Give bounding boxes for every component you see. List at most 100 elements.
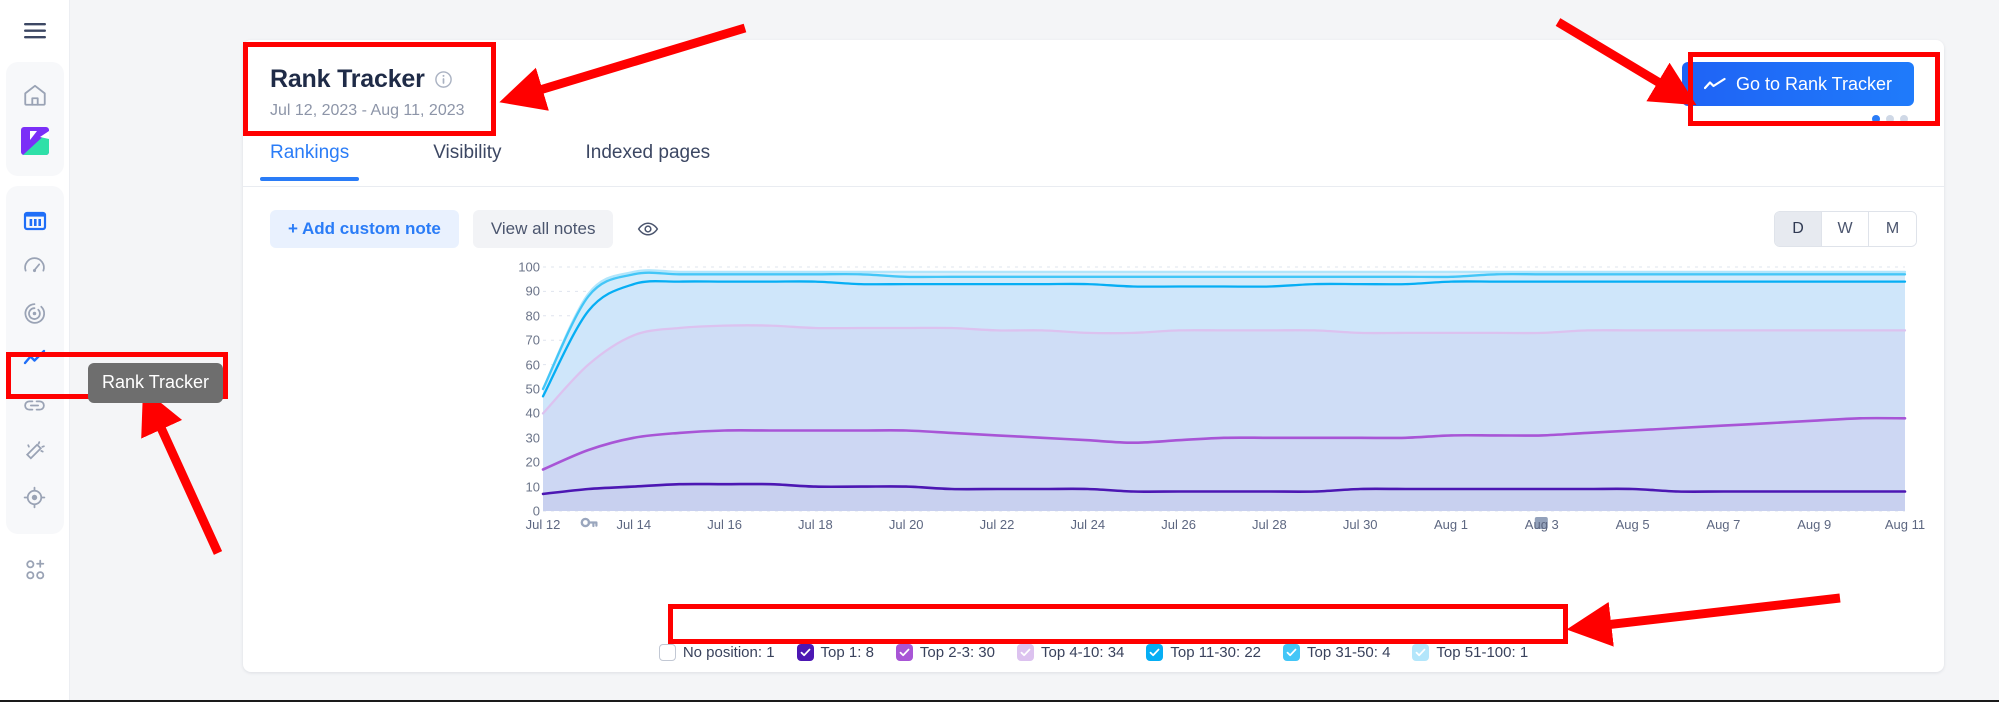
carousel-dots (1682, 115, 1914, 123)
x-tick-label: Jul 12 (525, 517, 561, 532)
granularity-month[interactable]: M (1869, 211, 1916, 246)
sidebar-item-menu[interactable] (13, 14, 57, 48)
legend-checkbox[interactable] (1146, 644, 1164, 661)
x-tick-label: Aug 9 (1797, 517, 1832, 532)
view-all-notes-button[interactable]: View all notes (472, 209, 614, 248)
legend-item[interactable]: Top 2-3: 30 (895, 644, 995, 661)
y-tick-label: 10 (525, 479, 540, 495)
add-user-icon (26, 559, 45, 579)
legend-label: Top 1: 8 (820, 644, 874, 661)
y-tick-label: 20 (525, 454, 540, 470)
crosshair-icon (23, 486, 46, 508)
legend-label: Top 4-10: 34 (1040, 644, 1125, 661)
y-axis-labels: 0 10 20 30 40 50 60 70 80 90 100 (498, 259, 540, 519)
sidebar-item-speed[interactable] (12, 244, 58, 290)
y-tick-label: 40 (525, 405, 540, 421)
carousel-dot-3[interactable] (1900, 115, 1908, 123)
legend-item[interactable]: No position: 1 (658, 644, 775, 661)
x-tick-label: Aug 5 (1615, 517, 1650, 532)
x-tick-label: Jul 24 (1070, 517, 1106, 532)
rank-tracker-card: Rank Tracker Jul 12, 2023 - Aug 11, 2023… (243, 40, 1944, 672)
legend-label: No position: 1 (682, 644, 775, 661)
x-tick-label: Aug 1 (1434, 517, 1468, 532)
info-icon[interactable] (434, 70, 453, 89)
check-icon (1416, 648, 1426, 657)
check-icon (1020, 648, 1031, 657)
sidebar-item-team[interactable] (12, 546, 58, 592)
legend-checkbox[interactable] (1016, 644, 1034, 661)
x-tick-label: Jul 16 (707, 517, 742, 532)
sidebar-item-keywords[interactable] (12, 474, 58, 520)
y-tick-label: 30 (525, 430, 540, 446)
menu-icon (23, 23, 46, 39)
legend-checkbox[interactable] (1412, 644, 1430, 661)
y-tick-label: 60 (525, 357, 540, 373)
sidebar-item-backlinks[interactable] (12, 382, 58, 428)
legend-item[interactable]: Top 31-50: 4 (1283, 644, 1390, 661)
legend-checkbox[interactable] (658, 644, 676, 661)
sidebar-group-tools (5, 186, 64, 534)
carousel-dot-1[interactable] (1872, 115, 1880, 123)
check-icon (1286, 648, 1297, 657)
add-custom-note-button[interactable]: + Add custom note (270, 209, 459, 248)
y-tick-label: 90 (525, 283, 540, 299)
chart-legend: No position: 1 Top 1: 8 Top 2-3: 30 Top 4-1… (243, 644, 1944, 661)
rankings-chart: 0 10 20 30 40 50 60 70 80 90 100 Jul 12 Jul 14 Jul 1… (243, 259, 1944, 599)
sidebar-item-audit[interactable] (12, 290, 58, 336)
check-icon (1149, 648, 1160, 657)
legend-item[interactable]: Top 4-10: 34 (1016, 644, 1125, 661)
y-tick-label: 100 (518, 259, 540, 275)
cta-area: Go to Rank Tracker (1681, 62, 1914, 123)
sidebar (0, 0, 70, 717)
magic-wand-icon (25, 440, 45, 460)
granularity-week[interactable]: W (1822, 211, 1869, 246)
legend-checkbox[interactable] (796, 644, 814, 661)
check-icon (800, 648, 810, 657)
sidebar-item-logo[interactable] (12, 118, 58, 164)
x-tick-label: Jul 18 (798, 517, 833, 532)
legend-label: Top 11-30: 22 (1170, 644, 1262, 661)
sidebar-item-dashboard[interactable] (12, 198, 58, 244)
columns-icon (23, 211, 46, 231)
carousel-dot-2[interactable] (1886, 115, 1894, 123)
legend-checkbox[interactable] (1283, 644, 1301, 661)
x-tick-label: Aug 7 (1706, 517, 1741, 532)
toggle-notes-visibility-button[interactable] (633, 214, 663, 244)
x-tick-label: Jul 14 (616, 517, 652, 532)
sidebar-item-rank-tracker[interactable] (12, 336, 58, 382)
page-title: Rank Tracker (270, 65, 425, 93)
sidebar-item-home[interactable] (12, 72, 58, 118)
home-icon (23, 84, 46, 106)
check-icon (899, 648, 910, 657)
legend-item[interactable]: Top 51-100: 1 (1412, 644, 1528, 661)
x-tick-label: Jul 22 (979, 517, 1015, 532)
x-tick-label: Aug 3 (1524, 517, 1559, 532)
window-bottom-edge (0, 700, 1999, 717)
legend-item[interactable]: Top 1: 8 (796, 644, 874, 661)
tab-indexed-pages[interactable]: Indexed pages (586, 138, 711, 180)
x-tick-label: Jul 28 (1252, 517, 1287, 532)
legend-checkbox[interactable] (895, 644, 913, 661)
cta-label: Go to Rank Tracker (1735, 73, 1892, 94)
granularity-toggle: D W M (1774, 210, 1917, 247)
x-tick-label: Jul 20 (888, 517, 924, 532)
keyword-marker[interactable] (580, 517, 598, 528)
legend-label: Top 31-50: 4 (1307, 644, 1391, 661)
sidebar-item-content[interactable] (12, 428, 58, 474)
legend-item[interactable]: Top 11-30: 22 (1146, 644, 1261, 661)
x-tick-label: Jul 30 (1342, 517, 1378, 532)
legend-label: Top 51-100: 1 (1436, 644, 1529, 661)
eye-icon (638, 221, 659, 236)
tab-visibility[interactable]: Visibility (433, 138, 501, 180)
y-tick-label: 50 (525, 381, 540, 397)
go-to-rank-tracker-button[interactable]: Go to Rank Tracker (1681, 62, 1914, 106)
target-scan-icon (24, 302, 46, 324)
tab-rankings[interactable]: Rankings (259, 138, 360, 181)
granularity-day[interactable]: D (1775, 211, 1822, 246)
y-tick-label: 80 (525, 308, 540, 324)
logo-icon (20, 127, 49, 155)
screen: Rank Tracker Rank Tracker Jul 12, 2023 -… (0, 0, 1999, 717)
chart-toolbar: + Add custom note View all notes D W M (243, 187, 1944, 249)
link-icon (24, 399, 45, 411)
x-tick-label: Jul 26 (1161, 517, 1196, 532)
